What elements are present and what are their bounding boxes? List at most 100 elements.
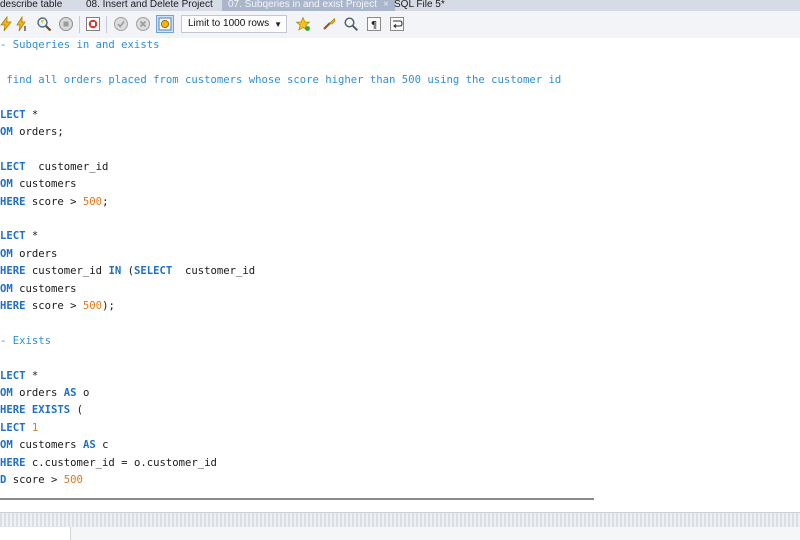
sql-text: customers	[12, 439, 83, 452]
wrap-lines-icon[interactable]	[389, 16, 405, 32]
sql-text: c	[95, 439, 109, 452]
horizontal-scrollbar[interactable]	[0, 498, 594, 500]
sql-keyword: OM	[0, 247, 13, 260]
sql-keyword: LECT	[0, 108, 26, 121]
chevron-down-icon: ▼	[274, 20, 282, 29]
sql-keyword: OM	[0, 387, 13, 399]
sql-text: (	[121, 265, 134, 278]
sql-keyword: LECT	[0, 230, 26, 243]
sql-text: (	[70, 404, 83, 417]
sql-text: score >	[25, 195, 83, 208]
sql-number: 1	[31, 421, 39, 434]
sql-editor[interactable]: - Subqeries in and exists find all order…	[0, 38, 800, 496]
sql-editor-toolbar: Limit to 1000 rows ▼ ¶	[0, 11, 800, 39]
code-line[interactable]: HERE score > 500);	[0, 298, 115, 315]
sql-comment: - Subqeries in and exists	[0, 39, 160, 51]
sql-keyword: HERE	[0, 404, 26, 417]
sql-text: orders;	[12, 126, 64, 138]
stop-icon[interactable]	[58, 16, 74, 32]
sql-text: *	[25, 369, 39, 382]
sql-keyword: AS	[63, 387, 77, 399]
find-icon[interactable]	[343, 16, 359, 32]
code-line[interactable]: LECT 1	[0, 420, 38, 437]
sql-text: );	[102, 300, 115, 312]
sql-text: customer_id	[25, 160, 109, 173]
code-line[interactable]: D score > 500	[0, 472, 83, 489]
tab-subqueries-label: 07. Subqeries in and exist Project	[228, 0, 377, 10]
code-line[interactable]: LECT customer_id	[0, 159, 108, 176]
sql-keyword: AS	[82, 439, 96, 452]
sql-text: customers	[12, 178, 77, 191]
beautify-brush-icon[interactable]	[321, 16, 337, 32]
sql-comment: - Exists	[0, 334, 52, 347]
panel-splitter[interactable]	[0, 512, 800, 528]
sql-keyword: OM	[0, 282, 13, 295]
sql-keyword: SELECT	[133, 265, 173, 278]
sql-text: customer_id	[25, 265, 109, 278]
code-line[interactable]: find all orders placed from customers wh…	[0, 72, 561, 89]
lightning-cursor-icon[interactable]	[14, 16, 30, 32]
toolbar-separator	[79, 16, 80, 33]
code-line[interactable]: OM customers	[0, 176, 77, 193]
sql-text: customers	[12, 282, 77, 295]
code-line[interactable]: OM customers	[0, 281, 77, 298]
toggle-stop-on-error-icon[interactable]	[85, 16, 101, 32]
sql-keyword: OM	[0, 439, 13, 452]
sql-text: *	[25, 230, 39, 243]
tab-subqueries-project[interactable]: 07. Subqeries in and exist Project ×	[222, 0, 395, 11]
sql-text: orders	[12, 247, 58, 260]
tab-insert-delete-project[interactable]: 08. Insert and Delete Project	[86, 0, 213, 11]
sql-keyword: HERE	[0, 456, 26, 469]
sql-keyword: LECT	[0, 421, 26, 434]
sql-comment: find all orders placed from customers wh…	[0, 73, 562, 86]
sql-keyword: HERE	[0, 195, 26, 208]
code-line[interactable]: - Subqeries in and exists	[0, 38, 159, 54]
sql-text: ;	[102, 195, 109, 208]
sql-keyword: IN	[108, 265, 122, 278]
sql-keyword: HERE	[0, 265, 26, 278]
sql-text: *	[25, 108, 39, 121]
sql-keyword: LECT	[0, 160, 26, 173]
sql-keyword: OM	[0, 126, 13, 138]
commit-icon[interactable]	[113, 16, 129, 32]
magnifier-explain-icon[interactable]	[36, 16, 52, 32]
code-line[interactable]: OM customers AS c	[0, 437, 108, 454]
sql-text: c.customer_id = o.customer_id	[25, 456, 217, 469]
tab-describe-table[interactable]: describe table	[0, 0, 62, 11]
code-line[interactable]: LECT *	[0, 368, 38, 385]
sql-number: 500	[82, 300, 103, 312]
close-tab-icon[interactable]: ×	[383, 0, 389, 10]
code-line[interactable]: HERE c.customer_id = o.customer_id	[0, 455, 217, 472]
sql-text: orders	[12, 387, 64, 399]
code-line[interactable]: OM orders	[0, 246, 57, 263]
sql-number: 500	[63, 474, 83, 486]
limit-rows-label: Limit to 1000 rows	[188, 18, 270, 29]
code-line[interactable]: OM orders;	[0, 124, 64, 141]
code-line[interactable]: LECT *	[0, 107, 38, 124]
sql-text: score >	[6, 474, 64, 486]
output-panel-tab[interactable]	[0, 527, 71, 540]
svg-text:¶: ¶	[371, 20, 377, 31]
code-line[interactable]: HERE customer_id IN (SELECT customer_id	[0, 263, 255, 280]
sql-text: score >	[25, 300, 83, 312]
rollback-icon[interactable]	[135, 16, 151, 32]
code-line[interactable]: LECT *	[0, 228, 38, 245]
autocommit-icon[interactable]	[156, 15, 174, 33]
sql-number: 500	[82, 195, 103, 208]
sql-keyword: OM	[0, 178, 13, 191]
sql-keyword: LECT	[0, 369, 26, 382]
sql-keyword: EXISTS	[31, 404, 71, 417]
code-line[interactable]: HERE EXISTS (	[0, 402, 83, 419]
code-line[interactable]: - Exists	[0, 333, 51, 350]
invisible-chars-icon[interactable]: ¶	[366, 16, 382, 32]
limit-rows-select[interactable]: Limit to 1000 rows ▼	[181, 15, 287, 33]
code-line[interactable]: HERE score > 500;	[0, 194, 108, 211]
sql-keyword: HERE	[0, 300, 26, 312]
tab-sql-file-5[interactable]: SQL File 5*	[394, 0, 445, 11]
sql-text: o	[76, 387, 90, 399]
lightning-icon[interactable]	[0, 16, 14, 32]
code-line[interactable]: OM orders AS o	[0, 385, 89, 402]
bookmark-star-icon[interactable]	[295, 16, 311, 32]
toolbar-separator	[106, 16, 107, 33]
output-panel	[0, 527, 800, 540]
